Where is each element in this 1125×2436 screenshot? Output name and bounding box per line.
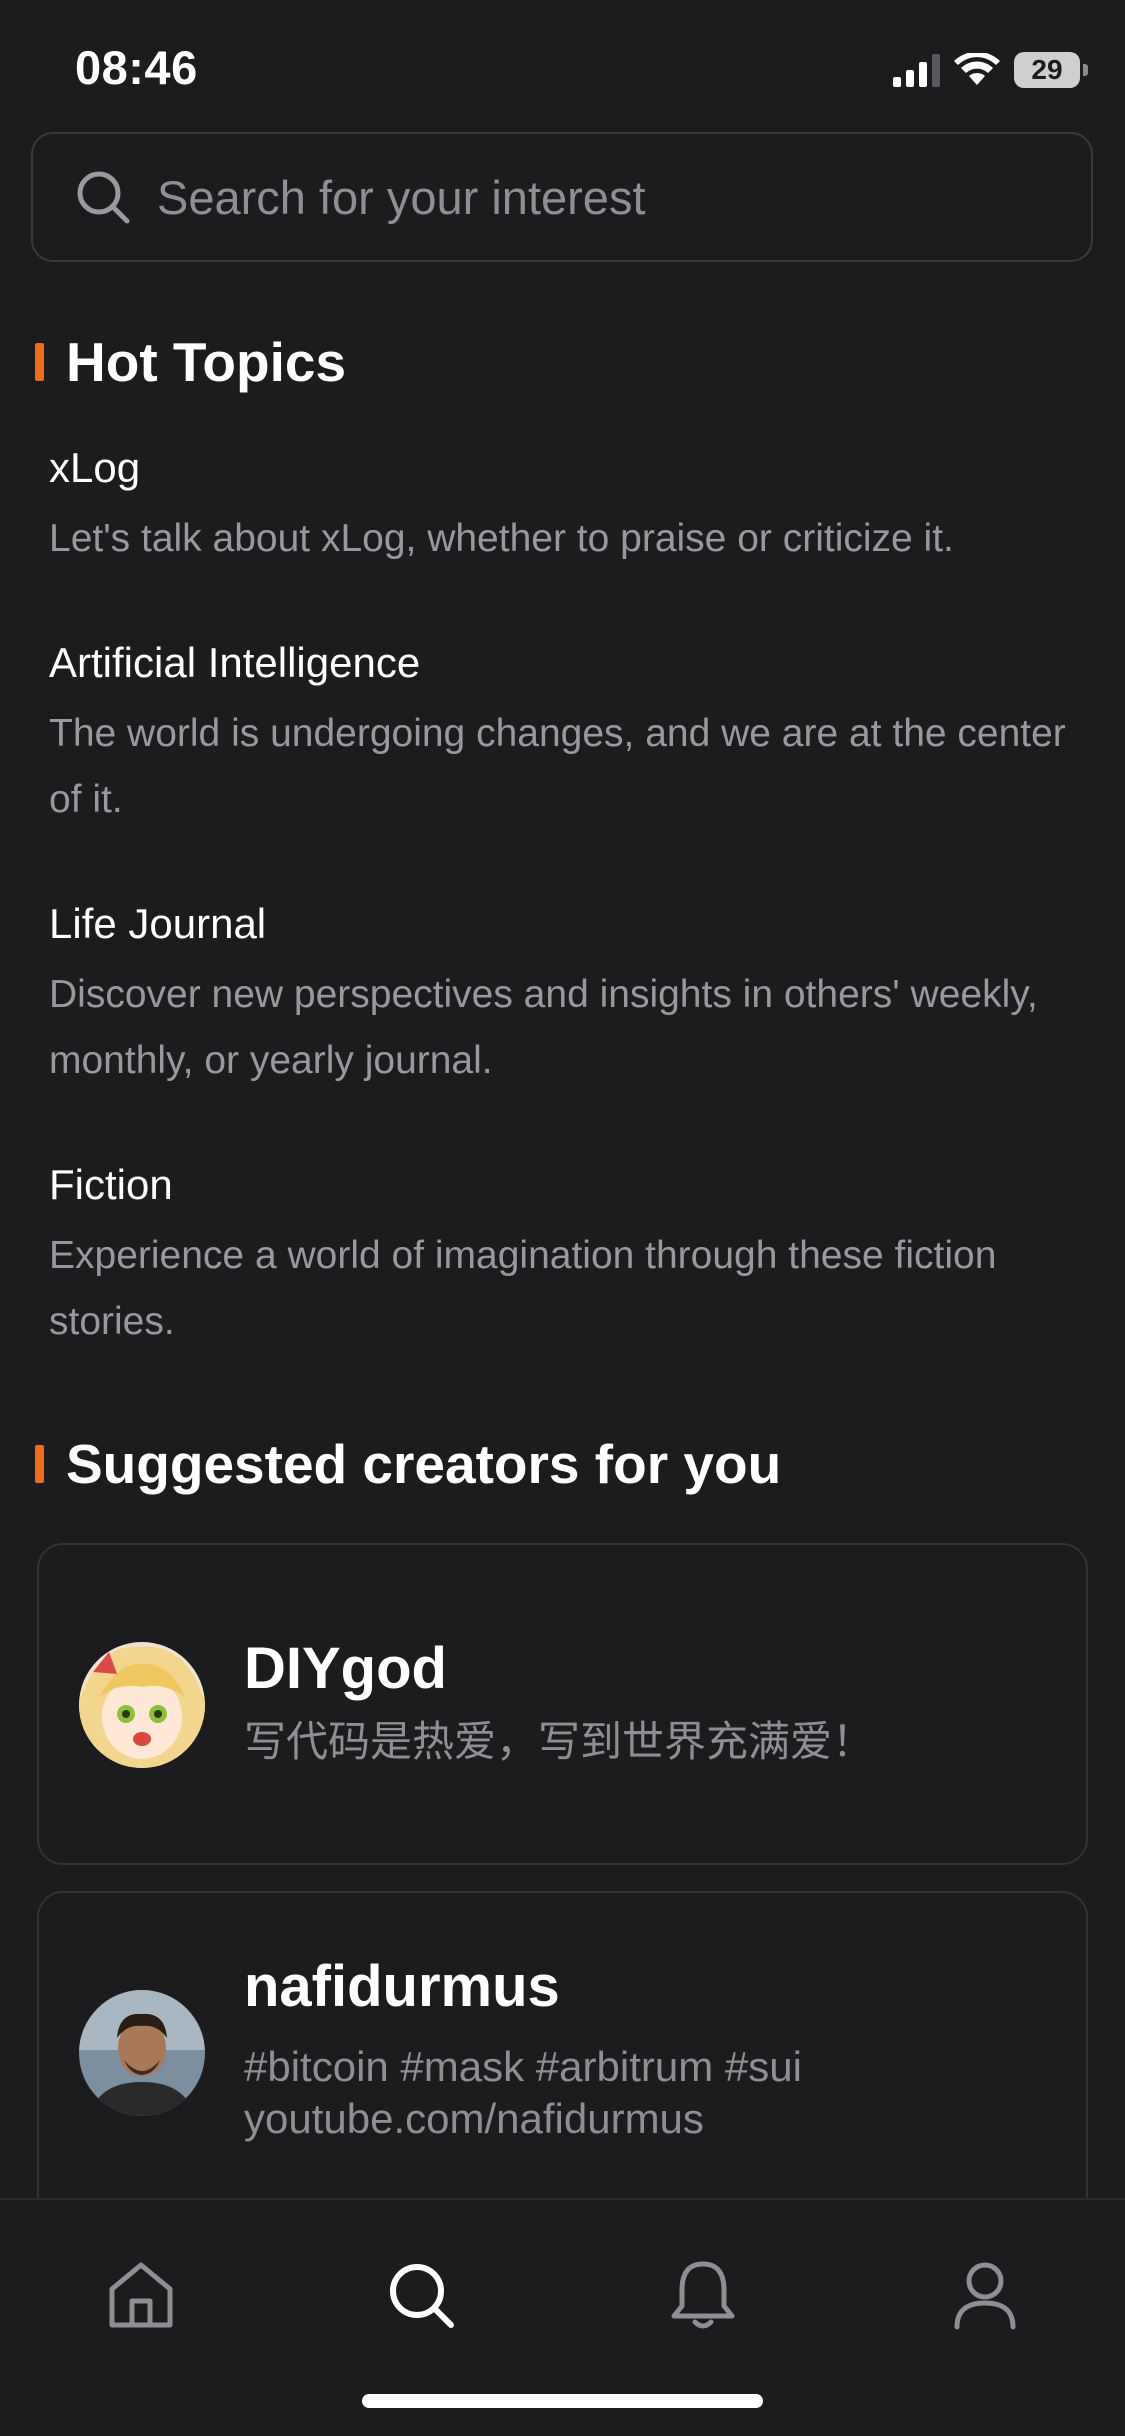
search-bar[interactable] — [31, 132, 1093, 262]
creator-bio: #bitcoin #mask #arbitrum #sui youtube.co… — [244, 2041, 1044, 2145]
section-accent-bar — [35, 1445, 44, 1483]
status-time: 08:46 — [75, 41, 198, 94]
creator-bio-line: youtube.com/nafidurmus — [244, 2095, 704, 2142]
hot-topics-heading: Hot Topics — [35, 330, 346, 394]
creator-bio-line: 写代码是热爱，写到世界充满爱！ — [244, 1718, 875, 1765]
home-icon — [109, 2262, 173, 2328]
user-icon — [954, 2262, 1016, 2330]
section-accent-bar — [35, 343, 44, 381]
topic-description: The world is undergoing changes, and we … — [49, 712, 1066, 821]
avatar — [79, 1990, 205, 2116]
status-icons: 29 — [893, 48, 1088, 92]
creator-card-diygod[interactable]: DIYgod 写代码是热爱，写到世界充满爱！ — [37, 1543, 1088, 1865]
section-title: Hot Topics — [66, 331, 347, 393]
cellular-signal-icon — [893, 53, 940, 87]
avatar — [79, 1642, 205, 1768]
topic-item-life-journal[interactable]: Life Journal Discover new perspectives a… — [49, 896, 1079, 1094]
search-icon — [77, 171, 130, 224]
topic-title: Artificial Intelligence — [49, 639, 421, 686]
home-indicator — [362, 2394, 763, 2408]
creator-bio-line: #bitcoin #mask #arbitrum #sui — [244, 2043, 802, 2090]
tab-search[interactable] — [366, 2240, 476, 2350]
topic-title: Life Journal — [49, 900, 267, 947]
section-title: Suggested creators for you — [66, 1433, 782, 1495]
topic-title: Fiction — [49, 1161, 173, 1208]
wifi-icon — [954, 53, 1000, 85]
search-input[interactable] — [155, 133, 1091, 261]
topic-item-fiction[interactable]: Fiction Experience a world of imaginatio… — [49, 1157, 1079, 1355]
creator-bio: 写代码是热爱，写到世界充满爱！ — [244, 1716, 1044, 1768]
topic-item-xlog[interactable]: xLog Let's talk about xLog, whether to p… — [49, 440, 1079, 572]
creator-card-nafidurmus[interactable]: nafidurmus #bitcoin #mask #arbitrum #sui… — [37, 1891, 1088, 2221]
topic-description: Let's talk about xLog, whether to praise… — [49, 517, 954, 560]
topic-description: Experience a world of imagination throug… — [49, 1234, 997, 1343]
search-icon — [390, 2264, 454, 2328]
creator-name: DIYgod — [244, 1636, 447, 1701]
topic-item-artificial-intelligence[interactable]: Artificial Intelligence The world is und… — [49, 635, 1079, 833]
battery-level: 29 — [1031, 54, 1063, 85]
tab-notifications[interactable] — [648, 2240, 758, 2350]
tab-profile[interactable] — [930, 2240, 1040, 2350]
bell-icon — [671, 2261, 735, 2329]
battery-icon: 29 — [1014, 52, 1088, 88]
tab-home[interactable] — [86, 2240, 196, 2350]
suggested-creators-heading: Suggested creators for you — [35, 1432, 781, 1496]
status-bar: 08:46 29 — [0, 0, 1125, 140]
topic-title: xLog — [49, 444, 141, 491]
creator-name: nafidurmus — [244, 1954, 560, 2019]
topic-description: Discover new perspectives and insights i… — [49, 973, 1038, 1082]
